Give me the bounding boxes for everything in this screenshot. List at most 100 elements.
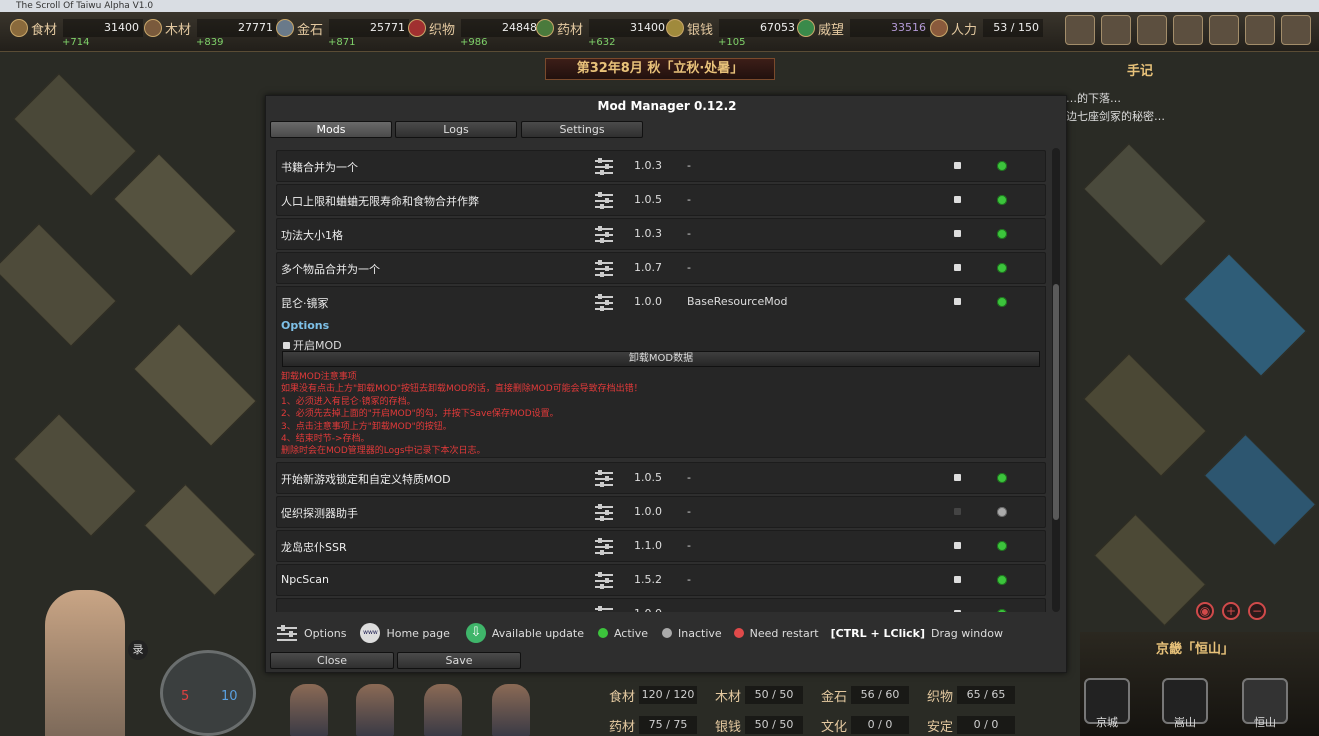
mod-name: 人口上限和蛐蛐无限寿命和食物合并作弊: [281, 195, 479, 208]
stat-value: 0 / 0: [957, 716, 1015, 734]
mod-name: 多个物品合并为一个: [281, 263, 380, 276]
building-icon[interactable]: [1137, 15, 1167, 45]
legend-bar: Options www Home page ⇩ Available update…: [276, 620, 1056, 646]
options-icon[interactable]: [593, 293, 615, 313]
note-line: 4、结束时节->存档。: [281, 434, 370, 445]
close-button[interactable]: Close: [270, 652, 394, 669]
unload-mod-data-button[interactable]: 卸载MOD数据: [282, 351, 1040, 367]
window-titlebar[interactable]: The Scroll Of Taiwu Alpha V1.0: [0, 0, 1319, 12]
note-line: 3、点击注意事项上方"卸载MOD"的按钮。: [281, 421, 452, 432]
enable-checkbox[interactable]: [954, 264, 961, 271]
options-icon[interactable]: [593, 605, 615, 612]
elder-icon[interactable]: [1281, 15, 1311, 45]
party-member[interactable]: [290, 684, 328, 736]
options-icon[interactable]: [593, 259, 615, 279]
stat-value: 75 / 75: [639, 716, 697, 734]
enable-checkbox[interactable]: [954, 542, 961, 549]
options-icon: [276, 624, 298, 642]
note-line: 卸载MOD注意事项: [281, 372, 357, 382]
mod-row[interactable]: 人口上限和蛐蛐无限寿命和食物合并作弊 1.0.5 -: [276, 184, 1046, 216]
location-title: 京畿「恒山」: [1155, 642, 1234, 657]
mod-row[interactable]: 功法大小1格 1.0.3 -: [276, 218, 1046, 250]
journal-entry[interactable]: …的下落…: [1066, 90, 1121, 106]
mod-manager-window[interactable]: Mod Manager 0.12.2 Mods Logs Settings 书籍…: [265, 95, 1067, 673]
resource-2: 金石 25771 +871: [276, 18, 409, 48]
group-icon[interactable]: [1209, 15, 1239, 45]
resource-increment: +986: [460, 37, 488, 48]
mod-dependency: BaseResourceMod: [687, 295, 788, 308]
mod-row-header[interactable]: 昆仑·镜冢 1.0.0 BaseResourceMod: [277, 287, 1046, 317]
options-icon[interactable]: [593, 571, 615, 591]
place-label: 京城: [1096, 716, 1118, 729]
mod-dependency: -: [687, 573, 691, 586]
legend-inactive-label: Inactive: [678, 626, 722, 640]
tab-mods[interactable]: Mods: [270, 121, 392, 138]
mod-row[interactable]: 书籍合并为一个 1.0.3 -: [276, 150, 1046, 182]
map-controls: ◉ + −: [1196, 602, 1266, 620]
mod-row[interactable]: 促织探测器助手 1.0.0 -: [276, 496, 1046, 528]
mod-row[interactable]: 多个物品合并为一个 1.0.7 -: [276, 252, 1046, 284]
mod-row[interactable]: NpcScan 1.5.2 -: [276, 564, 1046, 596]
enable-checkbox[interactable]: [954, 230, 961, 237]
stat-0: 食材 120 / 120: [609, 685, 697, 705]
mod-row[interactable]: 龙岛忠仆SSR 1.1.0 -: [276, 530, 1046, 562]
resource-0: 食材 31400 +714: [10, 18, 143, 48]
enable-checkbox[interactable]: [954, 196, 961, 203]
tab-settings[interactable]: Settings: [521, 121, 643, 138]
options-icon[interactable]: [593, 157, 615, 177]
resource-name: 银钱: [687, 22, 714, 38]
mod-dependency: -: [687, 471, 691, 484]
map-icon[interactable]: [1065, 15, 1095, 45]
resource-increment: +714: [62, 37, 90, 48]
save-button[interactable]: Save: [397, 652, 521, 669]
scrollbar-thumb[interactable]: [1053, 284, 1059, 520]
status-indicator-icon: [997, 609, 1007, 612]
party-member[interactable]: [492, 684, 530, 736]
mod-row-expanded[interactable]: 昆仑·镜冢 1.0.0 BaseResourceMod Options 开启MOD 卸载M…: [276, 286, 1046, 458]
options-icon[interactable]: [593, 503, 615, 523]
brush-icon[interactable]: [1101, 15, 1131, 45]
enable-checkbox[interactable]: [954, 576, 961, 583]
place-label: 恒山: [1254, 716, 1276, 729]
legend-home-page-label: Home page: [386, 626, 450, 640]
note-line: 2、必须先去掉上面的"开启MOD"的勾，并按下Save保存MOD设置。: [281, 409, 559, 420]
enable-checkbox[interactable]: [954, 298, 961, 305]
mod-manager-title[interactable]: Mod Manager 0.12.2: [266, 99, 1068, 113]
player-portrait[interactable]: [45, 590, 125, 736]
checkbox-icon[interactable]: [283, 341, 290, 349]
mod-dependency: -: [687, 505, 691, 518]
party-member[interactable]: [356, 684, 394, 736]
zoom-in-icon[interactable]: +: [1222, 602, 1240, 620]
settlement-stats: 食材 120 / 120 木材 50 / 50 金石 56 / 60 织物 65 / 65 药材…: [605, 685, 1035, 736]
mod-row[interactable]: 开始新游戏锁定和自定义特质MOD 1.0.5 -: [276, 462, 1046, 494]
note-line: 删除时会在MOD管理器的Logs中记录下本次日志。: [281, 446, 486, 457]
resource-1: 木材 27771 +839: [144, 18, 277, 48]
record-button[interactable]: 录: [128, 640, 148, 660]
enable-checkbox[interactable]: [954, 162, 961, 169]
options-icon[interactable]: [593, 225, 615, 245]
book-icon[interactable]: [1245, 15, 1275, 45]
options-icon[interactable]: [593, 537, 615, 557]
status-indicator-icon: [997, 263, 1007, 273]
stat-5: 银钱 50 / 50: [715, 715, 803, 735]
mod-name: 书籍合并为一个: [281, 161, 358, 174]
stat-name: 金石: [821, 689, 848, 705]
resource-name: 人力: [951, 22, 978, 38]
enable-checkbox[interactable]: [954, 474, 961, 481]
options-icon[interactable]: [593, 469, 615, 489]
character-icon[interactable]: [1173, 15, 1203, 45]
mod-dependency: -: [687, 227, 691, 240]
resource-increment: +871: [328, 37, 356, 48]
zoom-out-icon[interactable]: −: [1248, 602, 1266, 620]
mod-row[interactable]: 1.0.0: [276, 598, 1046, 612]
stat-name: 药材: [609, 719, 636, 735]
party-member[interactable]: [424, 684, 462, 736]
options-icon[interactable]: [593, 191, 615, 211]
mod-list-scrollbar[interactable]: [1052, 148, 1060, 612]
enable-checkbox[interactable]: [954, 508, 961, 515]
journal-entry[interactable]: 边七座剑冢的秘密…: [1066, 108, 1165, 124]
tab-logs[interactable]: Logs: [395, 121, 517, 138]
enable-checkbox[interactable]: [954, 610, 961, 612]
locate-icon[interactable]: ◉: [1196, 602, 1214, 620]
resource-increment: +632: [588, 37, 616, 48]
